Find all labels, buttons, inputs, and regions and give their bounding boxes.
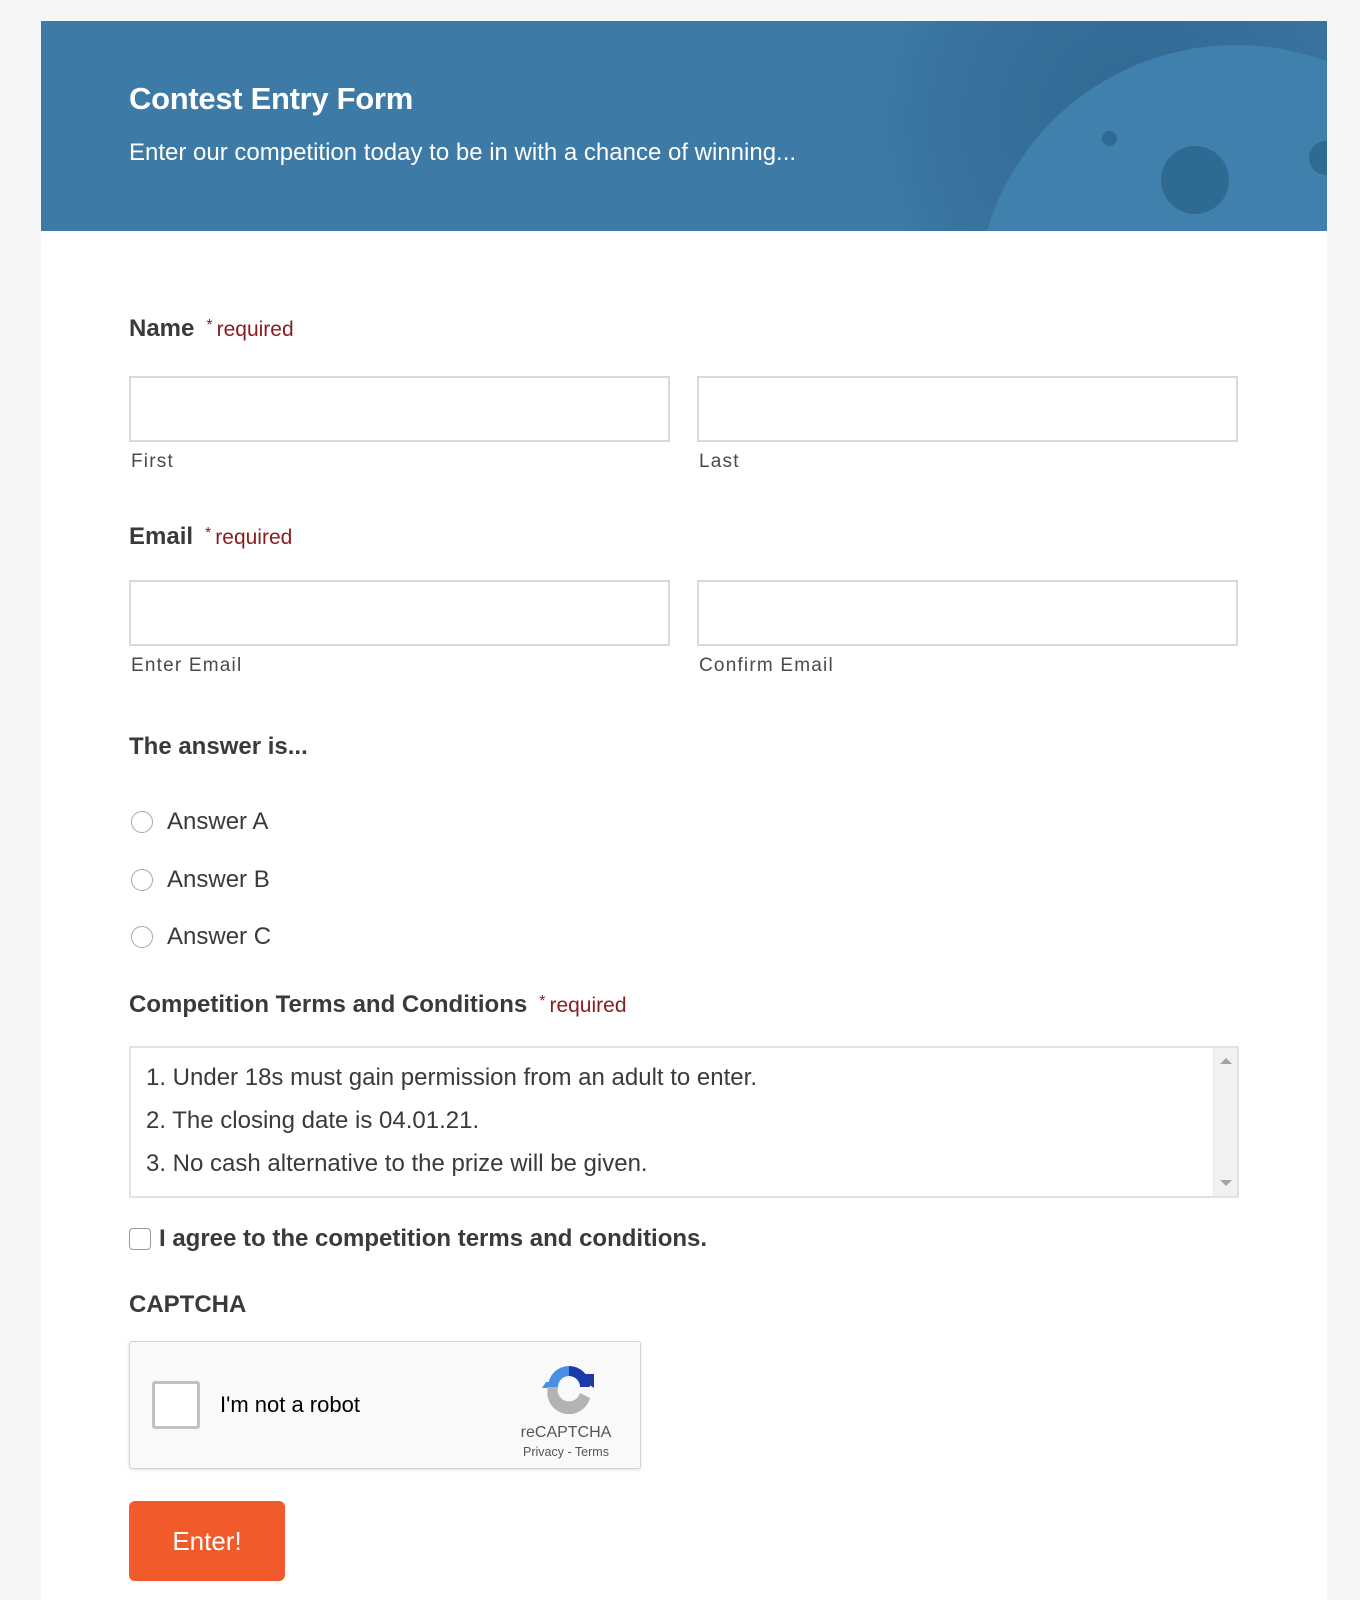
answer-field-label: The answer is...: [129, 733, 308, 760]
recaptcha-terms-link[interactable]: Terms: [575, 1445, 609, 1459]
recaptcha-widget: I'm not a robot reCAPTCHA Privacy - Term…: [129, 1341, 641, 1469]
email-sublabel: Enter Email: [131, 655, 243, 676]
radio-label: Answer B: [167, 866, 270, 893]
last-name-sublabel: Last: [699, 451, 740, 472]
email-field-label: Email * required: [129, 523, 292, 551]
name-label-text: Name: [129, 315, 195, 342]
radio-label: Answer C: [167, 923, 272, 950]
radio-option-answer-b[interactable]: Answer B: [131, 864, 270, 896]
agree-terms-row[interactable]: I agree to the competition terms and con…: [129, 1221, 707, 1257]
name-field-label: Name * required: [129, 315, 294, 343]
email-label-text: Email: [129, 523, 194, 550]
form-card: Contest Entry Form Enter our competition…: [41, 21, 1327, 1600]
radio-label: Answer A: [167, 808, 269, 835]
recaptcha-logo-icon: [542, 1366, 594, 1414]
terms-scrollbar[interactable]: [1213, 1048, 1237, 1196]
form-header: Contest Entry Form Enter our competition…: [41, 21, 1327, 231]
radio-option-answer-c[interactable]: Answer C: [131, 921, 271, 953]
terms-line: 1. Under 18s must gain permission from a…: [146, 1064, 757, 1091]
recaptcha-checkbox[interactable]: [152, 1381, 200, 1429]
terms-line: 3. No cash alternative to the prize will…: [146, 1150, 648, 1177]
email-input[interactable]: [129, 580, 670, 646]
terms-line: 2. The closing date is 04.01.21.: [146, 1107, 480, 1134]
required-indicator: * required: [539, 993, 627, 1017]
separator: -: [567, 1445, 572, 1459]
required-indicator: * required: [206, 317, 294, 341]
terms-field-label: Competition Terms and Conditions * require…: [129, 991, 627, 1019]
radio-button[interactable]: [131, 869, 153, 891]
crater-icon: [1102, 131, 1117, 146]
last-name-input[interactable]: [697, 376, 1238, 442]
captcha-label: CAPTCHA: [129, 1291, 247, 1318]
recaptcha-brand: reCAPTCHA: [520, 1424, 612, 1441]
scroll-down-arrow-icon[interactable]: [1220, 1180, 1232, 1186]
agree-terms-label[interactable]: I agree to the competition terms and con…: [159, 1225, 707, 1253]
first-name-sublabel: First: [131, 451, 174, 472]
confirm-email-sublabel: Confirm Email: [699, 655, 834, 676]
agree-terms-checkbox[interactable]: [129, 1228, 151, 1250]
form-description: Enter our competition today to be in wit…: [129, 139, 797, 166]
required-indicator: * required: [205, 525, 293, 549]
recaptcha-privacy-link[interactable]: Privacy: [523, 1445, 564, 1459]
radio-option-answer-a[interactable]: Answer A: [131, 806, 268, 838]
radio-button[interactable]: [131, 926, 153, 948]
form-title: Contest Entry Form: [129, 81, 413, 116]
recaptcha-label: I'm not a robot: [220, 1392, 360, 1417]
confirm-email-input[interactable]: [697, 580, 1238, 646]
radio-button[interactable]: [131, 811, 153, 833]
submit-button[interactable]: Enter!: [129, 1501, 285, 1581]
recaptcha-links: Privacy - Terms: [496, 1445, 636, 1459]
scroll-up-arrow-icon[interactable]: [1220, 1058, 1232, 1064]
terms-textbox[interactable]: 1. Under 18s must gain permission from a…: [129, 1046, 1239, 1198]
terms-label-text: Competition Terms and Conditions: [129, 991, 528, 1018]
first-name-input[interactable]: [129, 376, 670, 442]
crater-icon: [1161, 146, 1229, 214]
